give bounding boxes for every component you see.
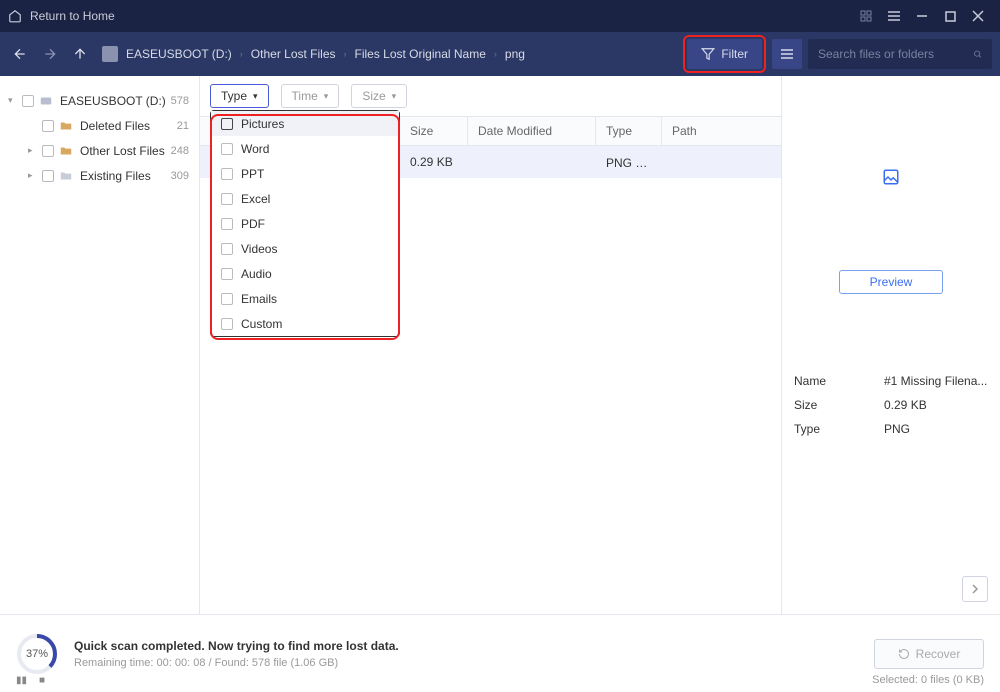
dropdown-item-excel[interactable]: Excel	[211, 186, 399, 211]
chevron-down-icon: ▾	[392, 91, 397, 102]
chevron-right-icon: ›	[240, 49, 243, 59]
checkbox[interactable]	[221, 218, 233, 230]
filter-label: Filter	[721, 47, 748, 61]
preview-button[interactable]: Preview	[839, 270, 943, 294]
filter-chip-type[interactable]: Type ▾	[210, 84, 269, 108]
sidebar: ▾ EASEUSBOOT (D:) 578 Deleted Files 21 ▸…	[0, 76, 200, 614]
nav-up-icon[interactable]	[68, 42, 92, 66]
titlebar: Return to Home	[0, 0, 1000, 32]
checkbox[interactable]	[221, 118, 233, 130]
breadcrumb-item[interactable]: EASEUSBOOT (D:)	[126, 47, 232, 61]
folder-icon	[58, 169, 74, 183]
tree-item-existing[interactable]: ▸ Existing Files 309	[6, 163, 193, 188]
dropdown-item-audio[interactable]: Audio	[211, 261, 399, 286]
dropdown-item-custom[interactable]: Custom	[211, 311, 399, 336]
column-path[interactable]: Path	[662, 117, 781, 145]
scan-controls: ▮▮ ■	[16, 675, 45, 686]
folder-deleted-icon	[58, 119, 74, 133]
breadcrumb-item[interactable]: Files Lost Original Name	[355, 47, 486, 61]
chevron-down-icon: ▾	[253, 91, 258, 102]
checkbox[interactable]	[221, 143, 233, 155]
chevron-right-icon: ›	[344, 49, 347, 59]
expander-icon[interactable]: ▸	[28, 145, 38, 156]
dropdown-item-emails[interactable]: Emails	[211, 286, 399, 311]
column-type[interactable]: Type	[596, 117, 662, 145]
checkbox[interactable]	[221, 318, 233, 330]
checkbox[interactable]	[42, 170, 54, 182]
navbar: EASEUSBOOT (D:) › Other Lost Files › Fil…	[0, 32, 1000, 76]
pause-icon[interactable]: ▮▮	[16, 675, 27, 686]
recover-button[interactable]: Recover	[874, 639, 984, 669]
checkbox[interactable]	[221, 268, 233, 280]
checkbox[interactable]	[221, 293, 233, 305]
breadcrumb: EASEUSBOOT (D:) › Other Lost Files › Fil…	[102, 46, 525, 62]
breadcrumb-item[interactable]: png	[505, 47, 525, 61]
footer: 37% Quick scan completed. Now trying to …	[0, 614, 1000, 692]
type-filter-dropdown: Pictures Word PPT Excel PDF Videos Audio…	[210, 110, 400, 337]
dropdown-item-pdf[interactable]: PDF	[211, 211, 399, 236]
maximize-icon[interactable]	[936, 4, 964, 28]
view-toggle-button[interactable]	[772, 39, 802, 69]
home-icon[interactable]	[8, 9, 22, 23]
nav-forward-icon[interactable]	[38, 42, 62, 66]
tree-item-deleted[interactable]: Deleted Files 21	[6, 113, 193, 138]
filter-button[interactable]: Filter	[687, 39, 762, 69]
recover-icon	[898, 648, 910, 660]
window-menu-icon[interactable]	[880, 4, 908, 28]
tree-item-drive[interactable]: ▾ EASEUSBOOT (D:) 578	[6, 88, 193, 113]
stop-icon[interactable]: ■	[39, 675, 45, 686]
search-icon	[973, 47, 982, 61]
file-metadata: Name#1 Missing Filena... Size0.29 KB Typ…	[794, 374, 988, 446]
folder-icon	[58, 144, 74, 158]
next-page-button[interactable]	[962, 576, 988, 602]
filter-chip-time[interactable]: Time ▾	[281, 84, 340, 108]
drive-icon	[38, 94, 54, 108]
selected-count-text: Selected: 0 files (0 KB)	[872, 674, 984, 686]
details-pane: Preview Name#1 Missing Filena... Size0.2…	[782, 76, 1000, 614]
window-grid-icon[interactable]	[852, 4, 880, 28]
tree-item-other-lost[interactable]: ▸ Other Lost Files 248	[6, 138, 193, 163]
checkbox[interactable]	[42, 145, 54, 157]
column-size[interactable]: Size	[400, 117, 468, 145]
search-input[interactable]	[818, 47, 973, 61]
expander-icon[interactable]: ▸	[28, 170, 38, 181]
progress-percent: 37%	[16, 633, 58, 675]
dropdown-item-ppt[interactable]: PPT	[211, 161, 399, 186]
expander-icon[interactable]: ▾	[8, 95, 18, 106]
filter-button-highlight: Filter	[683, 35, 766, 73]
checkbox[interactable]	[221, 168, 233, 180]
checkbox[interactable]	[22, 95, 34, 107]
breadcrumb-item[interactable]: Other Lost Files	[251, 47, 336, 61]
remaining-text: Remaining time: 00: 00: 08 / Found: 578 …	[74, 657, 399, 669]
minimize-icon[interactable]	[908, 4, 936, 28]
nav-back-icon[interactable]	[8, 42, 32, 66]
drive-icon	[102, 46, 118, 62]
image-preview-icon	[882, 168, 900, 186]
scan-status-text: Quick scan completed. Now trying to find…	[74, 639, 399, 653]
filter-chip-size[interactable]: Size ▾	[351, 84, 407, 108]
file-list-area: Type ▾ Time ▾ Size ▾ Pictures Word PPT E…	[200, 76, 782, 614]
chevron-right-icon: ›	[494, 49, 497, 59]
filter-icon	[701, 47, 715, 61]
checkbox[interactable]	[221, 193, 233, 205]
checkbox[interactable]	[221, 243, 233, 255]
return-home-link[interactable]: Return to Home	[30, 9, 115, 23]
dropdown-item-videos[interactable]: Videos	[211, 236, 399, 261]
dropdown-item-pictures[interactable]: Pictures	[211, 111, 399, 136]
close-icon[interactable]	[964, 4, 992, 28]
progress-ring: 37%	[16, 633, 58, 675]
dropdown-item-word[interactable]: Word	[211, 136, 399, 161]
checkbox[interactable]	[42, 120, 54, 132]
column-date[interactable]: Date Modified	[468, 117, 596, 145]
search-box[interactable]	[808, 39, 992, 69]
chevron-down-icon: ▾	[324, 91, 329, 102]
